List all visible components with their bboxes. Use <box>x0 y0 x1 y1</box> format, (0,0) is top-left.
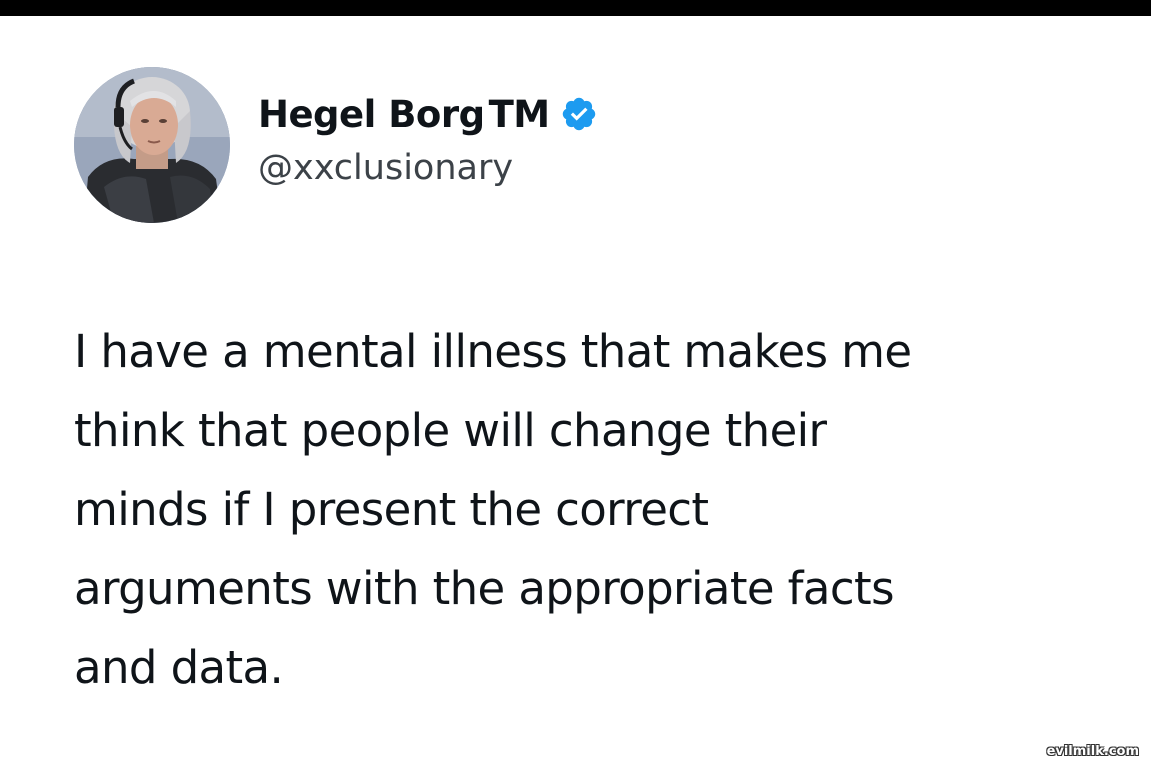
user-handle[interactable]: @xxclusionary <box>258 148 513 188</box>
tweet-line: minds if I present the correct <box>74 483 709 536</box>
top-black-bar <box>0 0 1151 16</box>
tweet-line: I have a mental illness that makes me <box>74 325 912 378</box>
verified-badge-icon <box>560 95 598 133</box>
tweet-line: arguments with the appropriate facts <box>74 562 895 615</box>
site-watermark: evilmilk.com <box>1046 744 1139 759</box>
display-name-text: Hegel Borg <box>258 92 485 136</box>
display-name[interactable]: Hegel Borg TM <box>258 89 598 139</box>
tweet-line: think that people will change their <box>74 404 827 457</box>
avatar-photo-icon <box>74 67 230 223</box>
tweet-screenshot: Hegel Borg TM @xxclusionary I have a men… <box>0 0 1151 767</box>
tweet-line: and data. <box>74 641 284 694</box>
avatar[interactable] <box>74 67 230 223</box>
trademark-mark: TM <box>488 92 551 136</box>
tweet-text: I have a mental illness that makes me th… <box>74 312 1084 707</box>
